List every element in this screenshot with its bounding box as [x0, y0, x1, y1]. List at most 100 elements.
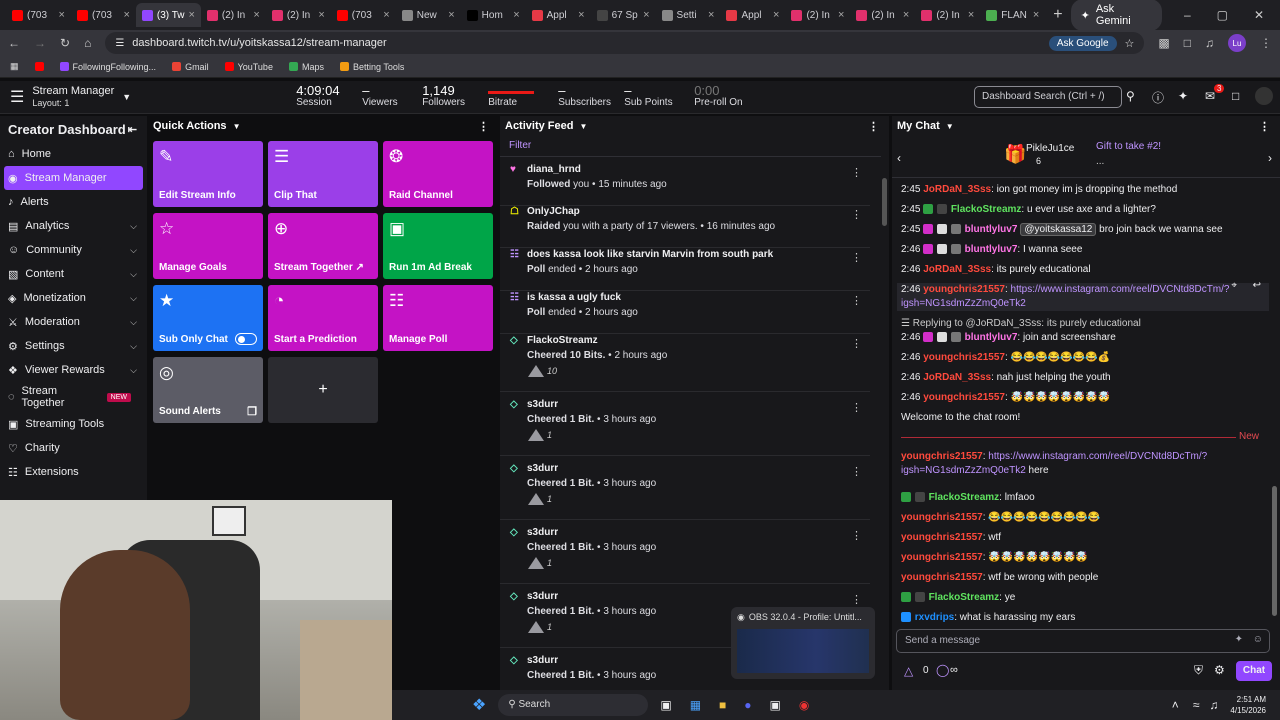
- chat-username[interactable]: FlackoStreamz: [951, 204, 1022, 215]
- sidebar-item-home[interactable]: ⌂ Home: [0, 142, 147, 166]
- shield-icon[interactable]: ⛨: [1194, 663, 1203, 678]
- sidebar-item-alerts[interactable]: ♪ Alerts: [0, 190, 147, 214]
- close-icon[interactable]: ×: [838, 9, 844, 21]
- search-icon[interactable]: ⚲: [1126, 89, 1135, 103]
- sidebar-item-moderation[interactable]: ⚔ Moderation ⌵: [0, 310, 147, 334]
- add-action-button[interactable]: +: [268, 357, 378, 423]
- chat-username[interactable]: bluntlyluv7: [965, 244, 1018, 255]
- chat-link-cont[interactable]: igsh=NG1sdmZzZmQ0eTk2: [901, 465, 1026, 476]
- discord-icon[interactable]: ●: [744, 698, 751, 712]
- chat-username[interactable]: FlackoStreamz: [929, 592, 1000, 603]
- pin-icon[interactable]: ⌖: [1231, 279, 1237, 293]
- browser-tab[interactable]: (703 ×: [6, 3, 71, 27]
- browser-tab[interactable]: Hom ×: [461, 3, 526, 27]
- user-avatar[interactable]: [1255, 87, 1273, 105]
- obs-preview-popup[interactable]: ◉ OBS 32.0.4 - Profile: Untitl...: [731, 607, 875, 679]
- chevron-down-icon[interactable]: ▼: [946, 122, 954, 131]
- chat-username[interactable]: rxvdrips: [915, 612, 954, 623]
- browser-tab[interactable]: (2) In ×: [915, 3, 980, 27]
- tile-clip-that[interactable]: ☰ Clip That: [268, 141, 378, 207]
- close-icon[interactable]: ×: [968, 9, 974, 21]
- clock[interactable]: 2:51 AM 4/15/2026: [1230, 694, 1266, 716]
- bookmark-item[interactable]: Gmail: [172, 62, 209, 72]
- more-icon[interactable]: ⋮: [851, 465, 862, 478]
- sidebar-item-stream-manager[interactable]: ◉ Stream Manager: [4, 166, 143, 190]
- panel-menu-icon[interactable]: ⋮: [1259, 120, 1275, 133]
- layout-selector[interactable]: Stream Manager Layout: 1: [32, 85, 114, 109]
- chat-username[interactable]: FlackoStreamz: [929, 492, 1000, 503]
- sidebar-item-streaming-tools[interactable]: ▣ Streaming Tools: [0, 412, 147, 436]
- close-icon[interactable]: ×: [773, 9, 779, 21]
- tile-sound-alerts[interactable]: ◎ Sound Alerts ❐: [153, 357, 263, 423]
- extensions-icon[interactable]: ▩: [1158, 36, 1169, 50]
- hamburger-icon[interactable]: ☰: [10, 87, 24, 107]
- chat-send-button[interactable]: Chat: [1236, 661, 1272, 681]
- profile-avatar[interactable]: Lu: [1228, 34, 1246, 52]
- browser-tab[interactable]: (2) In ×: [850, 3, 915, 27]
- chevron-down-icon[interactable]: ⌵: [130, 365, 137, 376]
- chat-username[interactable]: youngchris21557: [901, 532, 983, 543]
- reload-icon[interactable]: ↻: [60, 36, 70, 50]
- sidebar-item-settings[interactable]: ⚙ Settings ⌵: [0, 334, 147, 358]
- help-icon[interactable]: ⓘ: [1152, 89, 1164, 106]
- close-icon[interactable]: ×: [708, 9, 714, 21]
- reply-arrow-icon[interactable]: ↩: [1253, 279, 1261, 293]
- browser-tab[interactable]: (2) In ×: [201, 3, 266, 27]
- sidebar-item-viewer-rewards[interactable]: ❖ Viewer Rewards ⌵: [0, 358, 147, 382]
- media-icon[interactable]: ♫: [1205, 36, 1214, 50]
- chevron-down-icon[interactable]: ⌵: [130, 341, 137, 352]
- channel-points-icon[interactable]: △: [904, 664, 913, 678]
- browser-tab[interactable]: FLAN ×: [980, 3, 1045, 27]
- inbox-icon[interactable]: ✉: [1205, 89, 1215, 103]
- bookmark-item[interactable]: Betting Tools: [339, 62, 404, 72]
- browser-tab[interactable]: (2) In ×: [266, 3, 331, 27]
- tile-sub-only-chat[interactable]: ★ Sub Only Chat: [153, 285, 263, 351]
- chat-username[interactable]: JoRDaN_3Sss: [923, 184, 991, 195]
- menu-icon[interactable]: ⋮: [1260, 36, 1272, 50]
- feed-scrollbar[interactable]: [882, 178, 887, 226]
- url-field[interactable]: ☰ dashboard.twitch.tv/u/yoitskassa12/str…: [105, 32, 1145, 54]
- sidebar-item-charity[interactable]: ♡ Charity: [0, 436, 147, 460]
- chevron-down-icon[interactable]: ▼: [233, 122, 241, 131]
- share-icon[interactable]: ❐: [247, 405, 257, 418]
- more-icon[interactable]: ⋮: [851, 337, 862, 350]
- chevron-down-icon[interactable]: ⌵: [130, 317, 137, 328]
- chevron-down-icon[interactable]: ⌵: [130, 269, 137, 280]
- close-icon[interactable]: ×: [643, 9, 649, 21]
- chevron-down-icon[interactable]: ⌵: [130, 293, 137, 304]
- emote-picker-icon[interactable]: ☺: [1253, 634, 1263, 645]
- tile-raid-channel[interactable]: ❂ Raid Channel: [383, 141, 493, 207]
- forward-icon[interactable]: →: [34, 36, 46, 50]
- tile-manage-goals[interactable]: ☆ Manage Goals: [153, 213, 263, 279]
- tile-edit-stream-info[interactable]: ✎ Edit Stream Info: [153, 141, 263, 207]
- close-icon[interactable]: ×: [189, 9, 195, 21]
- chat-link[interactable]: https://www.instagram.com/reel/DVCNtd8Dc…: [1011, 284, 1230, 295]
- sidebar-item-content[interactable]: ▧ Content ⌵: [0, 262, 147, 286]
- close-icon[interactable]: ×: [59, 9, 65, 21]
- chevron-down-icon[interactable]: ▼: [579, 122, 587, 131]
- bookmark-item[interactable]: YouTube: [224, 62, 273, 72]
- chat-input[interactable]: Send a message ☺ ✦: [896, 629, 1270, 653]
- sparkle-icon[interactable]: ✦: [1235, 634, 1243, 645]
- store-icon[interactable]: ▦: [690, 698, 701, 712]
- back-icon[interactable]: ←: [8, 36, 20, 50]
- more-icon[interactable]: ⋮: [851, 251, 862, 264]
- browser-tab[interactable]: 67 Sp ×: [591, 3, 656, 27]
- more-icon[interactable]: ⋮: [851, 529, 862, 542]
- panel-menu-icon[interactable]: ⋮: [478, 120, 494, 133]
- close-icon[interactable]: ×: [1033, 9, 1039, 21]
- chat-username[interactable]: JoRDaN_3Sss: [923, 264, 991, 275]
- magic-icon[interactable]: ✦: [1178, 89, 1188, 103]
- sidepanel-icon[interactable]: □: [1184, 36, 1191, 50]
- dashboard-search[interactable]: Dashboard Search (Ctrl + /): [974, 86, 1122, 108]
- task-view-icon[interactable]: ▣: [660, 698, 671, 712]
- browser-tab[interactable]: Setti ×: [656, 3, 721, 27]
- sidebar-item-community[interactable]: ☺ Community ⌵: [0, 238, 147, 262]
- tile-stream-together[interactable]: ⊕ Stream Together ↗: [268, 213, 378, 279]
- chat-username[interactable]: bluntlyluv7: [965, 332, 1018, 343]
- sidebar-item-monetization[interactable]: ◈ Monetization ⌵: [0, 286, 147, 310]
- folder-icon[interactable]: ■: [719, 698, 726, 712]
- close-icon[interactable]: ×: [903, 9, 909, 21]
- close-icon[interactable]: ×: [578, 9, 584, 21]
- site-info-icon[interactable]: ☰: [115, 38, 124, 49]
